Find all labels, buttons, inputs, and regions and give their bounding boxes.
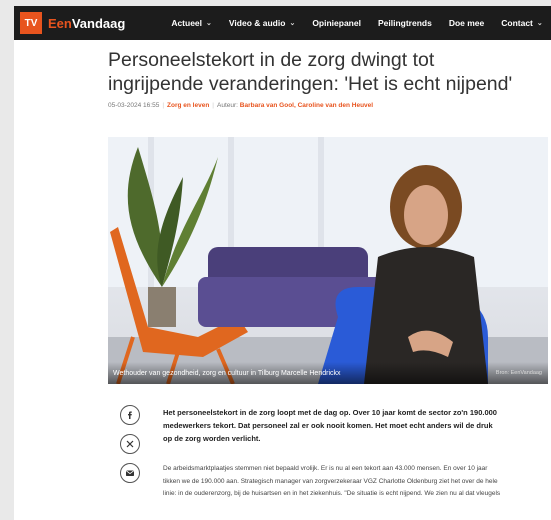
nav-item-label: Video & audio [228, 18, 286, 28]
chevron-down-icon: ⌄ [206, 20, 212, 27]
facebook-share-button[interactable] [120, 405, 140, 425]
top-navbar: TV EenVandaag Actueel ⌄ Video & audio ⌄ Op… [14, 6, 551, 40]
nav-item-doe-mee[interactable]: Doe mee [449, 18, 484, 28]
nav-item-contact[interactable]: Contact ⌄ [501, 18, 543, 28]
main-nav: Actueel ⌄ Video & audio ⌄ Opiniepanel Peil… [171, 18, 551, 28]
nav-item-video-audio[interactable]: Video & audio ⌄ [229, 18, 295, 28]
logo-prefix: Een [48, 15, 72, 31]
meta-separator: | [162, 102, 165, 109]
article-body: De arbeidsmarktplaatjes stemmen niet bep… [163, 465, 501, 497]
article-category-link[interactable]: Zorg en leven [167, 102, 209, 109]
site-logo[interactable]: TV EenVandaag [20, 12, 125, 34]
image-credit: Bron: EenVandaag [495, 370, 542, 376]
article-header: Personeelstekort in de zorg dwingt tot i… [108, 48, 548, 109]
nav-item-label: Doe mee [448, 18, 485, 28]
nav-item-actueel[interactable]: Actueel ⌄ [171, 18, 212, 28]
hero-caption: Wethouder van gezondheid, zorg en cultuu… [108, 362, 548, 384]
share-bar [120, 405, 142, 492]
nav-item-label: Opiniepanel [312, 18, 361, 28]
email-share-button[interactable] [120, 463, 140, 483]
article-intro: Het personeelstekort in de zorg loopt me… [163, 408, 497, 443]
nav-item-opiniepanel[interactable]: Opiniepanel [312, 18, 361, 28]
x-icon [126, 440, 134, 448]
article-title: Personeelstekort in de zorg dwingt tot i… [108, 49, 513, 95]
caption-text: Wethouder van gezondheid, zorg en cultuu… [113, 369, 341, 377]
x-share-button[interactable] [120, 434, 140, 454]
logo-wordmark: EenVandaag [48, 16, 125, 31]
article-hero-image[interactable]: Wethouder van gezondheid, zorg en cultuu… [108, 137, 548, 384]
nav-item-label: Contact [501, 18, 533, 28]
email-icon [126, 470, 134, 476]
author-label: Auteur: [217, 102, 238, 109]
article-meta: 05-03-2024 16:55 | Zorg en leven | Auteur: B… [108, 102, 548, 109]
article-authors-link[interactable]: Barbara van Gool, Caroline van den Heuve… [240, 102, 373, 109]
logo-suffix: Vandaag [71, 15, 126, 31]
article-date: 05-03-2024 16:55 [108, 102, 160, 109]
facebook-icon [128, 411, 132, 419]
nav-item-peilingtrends[interactable]: Peilingtrends [378, 18, 432, 28]
chevron-down-icon: ⌄ [536, 20, 543, 27]
chevron-down-icon: ⌄ [289, 20, 296, 27]
nav-item-label: Peilingtrends [377, 18, 432, 28]
meta-separator: | [212, 102, 214, 109]
window-frame-left [0, 0, 14, 520]
logo-badge: TV [20, 12, 42, 34]
hero-photo [108, 137, 548, 384]
nav-item-label: Actueel [171, 18, 203, 28]
